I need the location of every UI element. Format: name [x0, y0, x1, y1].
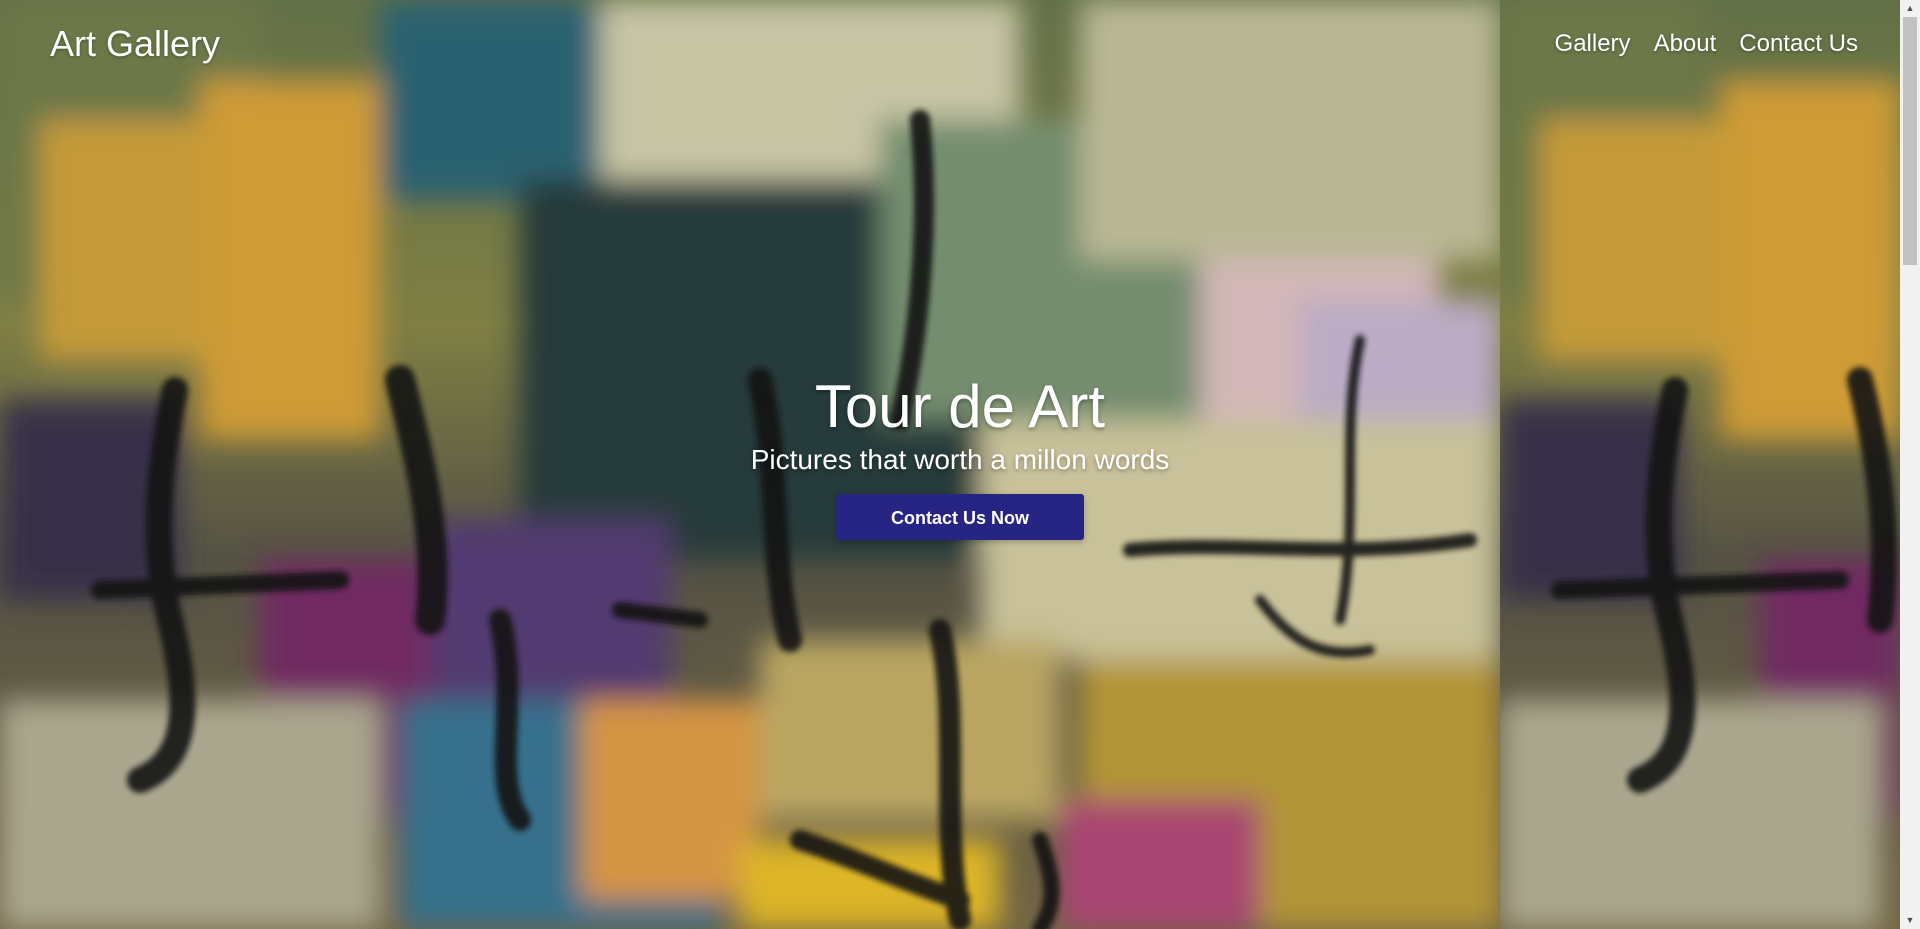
hero-title: Tour de Art	[814, 373, 1106, 440]
scroll-down-arrow-icon[interactable]: ▼	[1900, 912, 1920, 929]
scroll-up-arrow-icon[interactable]: ▲	[1900, 0, 1920, 17]
nav-item-about: About	[1654, 30, 1717, 58]
hero-content: Tour de Art Pictures that worth a millon…	[0, 372, 1920, 540]
brand-link[interactable]: Art Gallery	[50, 23, 220, 65]
nav-links: Gallery About Contact Us	[1555, 30, 1858, 58]
nav-link-contact[interactable]: Contact Us	[1739, 30, 1858, 57]
nav-item-gallery: Gallery	[1555, 30, 1631, 58]
hero-subtitle: Pictures that worth a millon words	[750, 444, 1170, 475]
navbar: Art Gallery Gallery About Contact Us	[0, 0, 1900, 90]
vertical-scrollbar[interactable]: ▲ ▼	[1900, 0, 1920, 929]
nav-item-contact: Contact Us	[1739, 30, 1858, 58]
scrollbar-thumb[interactable]	[1903, 17, 1917, 265]
nav-link-gallery[interactable]: Gallery	[1555, 30, 1631, 57]
nav-link-about[interactable]: About	[1654, 30, 1717, 57]
contact-us-now-button[interactable]: Contact Us Now	[836, 494, 1084, 540]
